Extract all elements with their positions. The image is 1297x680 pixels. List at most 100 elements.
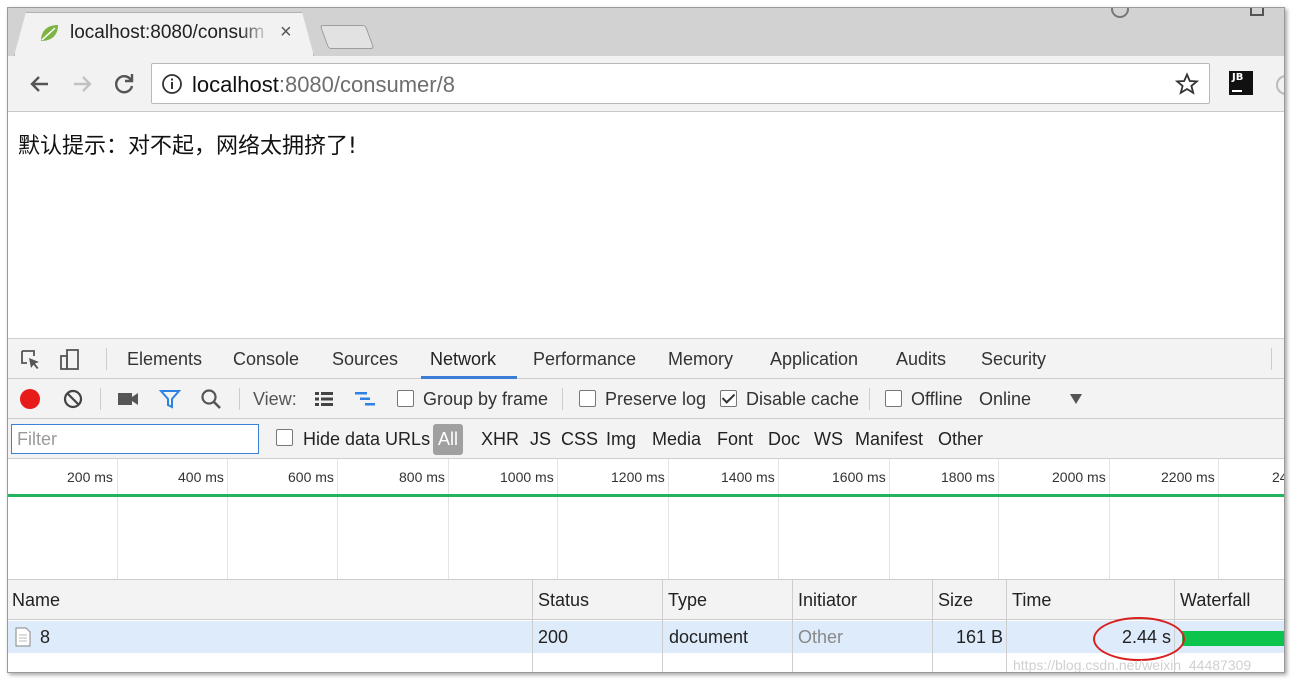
watermark: https://blog.csdn.net/weixin_44487309 <box>1013 657 1252 673</box>
search-icon[interactable] <box>199 387 223 411</box>
timeline-tick: 1800 ms <box>941 469 995 485</box>
overview-waterfall-icon[interactable] <box>353 387 377 411</box>
inspect-element-icon[interactable] <box>19 348 43 372</box>
column-initiator[interactable]: Initiator <box>798 590 857 611</box>
offline-label: Offline <box>911 389 963 409</box>
tab-performance[interactable]: Performance <box>533 349 636 370</box>
info-icon[interactable] <box>161 73 183 95</box>
requests-table-header: Name Status Type Initiator Size Time Wat… <box>8 580 1284 620</box>
address-bar[interactable]: localhost:8080/consumer/8 <box>151 63 1210 104</box>
tab-elements[interactable]: Elements <box>127 349 202 370</box>
type-filter-all[interactable]: All <box>433 424 463 455</box>
window-minimize-icon[interactable] <box>1111 8 1129 18</box>
view-label: View: <box>253 389 297 409</box>
jetbrains-extension-icon[interactable]: JB <box>1229 71 1253 95</box>
row-size: 161 B <box>956 627 1004 647</box>
row-initiator[interactable]: Other <box>798 627 843 648</box>
filter-input[interactable] <box>11 424 259 454</box>
devtools-tab-bar: Elements Console Sources Network Perform… <box>8 339 1284 379</box>
timeline-tick: 2000 ms <box>1052 469 1106 485</box>
tab-memory[interactable]: Memory <box>668 349 733 370</box>
hide-data-urls-checkbox[interactable] <box>276 429 293 446</box>
column-time[interactable]: Time <box>1012 590 1051 611</box>
timeline-tick: 1400 ms <box>721 469 775 485</box>
back-arrow-icon[interactable] <box>26 70 54 98</box>
disable-cache-label: Disable cache <box>746 389 860 409</box>
column-status[interactable]: Status <box>538 590 589 611</box>
network-toolbar: View: Group by frame Preserve log Disabl… <box>8 379 1284 419</box>
type-filter-xhr[interactable]: XHR <box>481 429 519 450</box>
column-size[interactable]: Size <box>938 590 973 611</box>
timeline-tick: 2200 ms <box>1161 469 1215 485</box>
spring-leaf-icon <box>41 25 58 41</box>
url-path: :8080/consumer/8 <box>278 72 455 97</box>
tab-console[interactable]: Console <box>233 349 299 370</box>
type-filter-js[interactable]: JS <box>530 429 551 450</box>
jetbrains-label: JB <box>1232 72 1244 83</box>
screenshot-camera-icon[interactable] <box>116 387 140 411</box>
large-rows-icon[interactable] <box>312 387 336 411</box>
browser-toolbar: localhost:8080/consumer/8 JB <box>8 56 1284 112</box>
forward-arrow-icon[interactable] <box>68 70 96 98</box>
preserve-log-label: Preserve log <box>605 389 707 409</box>
type-filter-manifest[interactable]: Manifest <box>855 429 923 450</box>
column-waterfall[interactable]: Waterfall <box>1180 590 1250 611</box>
window-maximize-icon[interactable] <box>1250 8 1264 16</box>
network-overview-timeline[interactable]: 200 ms 400 ms 600 ms 800 ms 1000 ms 1200… <box>8 459 1284 580</box>
time-annotation-circle <box>1093 617 1185 661</box>
filter-bar: Hide data URLs All XHR JS CSS Img Media … <box>8 419 1284 459</box>
tab-strip: localhost:8080/consum × <box>8 8 1284 56</box>
url-host: localhost <box>192 72 279 97</box>
screenshot-frame: localhost:8080/consum × localhost:8080/c… <box>7 7 1285 673</box>
group-by-frame-checkbox[interactable] <box>397 390 414 407</box>
tab-title: localhost:8080/consum <box>70 22 265 43</box>
filter-funnel-icon[interactable] <box>158 387 182 411</box>
chrome-menu-icon[interactable] <box>1276 75 1284 95</box>
page-content: 默认提示：对不起，网络太拥挤了! <box>8 112 1284 338</box>
timeline-tick: 1600 ms <box>832 469 886 485</box>
hide-data-urls-label: Hide data URLs <box>303 429 431 449</box>
type-filter-doc[interactable]: Doc <box>768 429 800 450</box>
tab-sources[interactable]: Sources <box>332 349 398 370</box>
timeline-tick: 600 ms <box>288 469 334 485</box>
fallback-message: 默认提示：对不起，网络太拥挤了! <box>18 134 357 159</box>
tab-application[interactable]: Application <box>770 349 858 370</box>
type-filter-other[interactable]: Other <box>938 429 983 450</box>
tab-audits[interactable]: Audits <box>896 349 946 370</box>
timeline-tick: 800 ms <box>399 469 445 485</box>
tab-close-icon[interactable]: × <box>280 21 292 44</box>
row-name: 8 <box>40 627 51 647</box>
column-name[interactable]: Name <box>12 590 60 611</box>
record-icon[interactable] <box>20 389 40 409</box>
tab-network[interactable]: Network <box>430 349 496 370</box>
waterfall-bar <box>1182 631 1284 646</box>
bookmark-star-icon[interactable] <box>1175 72 1199 96</box>
disable-cache-checkbox[interactable] <box>720 390 737 407</box>
url-text[interactable]: localhost:8080/consumer/8 <box>192 72 455 98</box>
new-tab-button[interactable] <box>319 25 375 49</box>
preserve-log-checkbox[interactable] <box>579 390 596 407</box>
timeline-tick: 1000 ms <box>500 469 554 485</box>
timeline-tick: 24 <box>1272 469 1284 485</box>
type-filter-font[interactable]: Font <box>717 429 753 450</box>
clear-icon[interactable] <box>61 387 85 411</box>
type-filter-css[interactable]: CSS <box>561 429 598 450</box>
device-toolbar-icon[interactable] <box>58 348 82 372</box>
throttling-select[interactable]: Online <box>979 389 1031 410</box>
reload-icon[interactable] <box>110 70 138 98</box>
column-type[interactable]: Type <box>668 590 707 611</box>
row-status: 200 <box>538 627 569 647</box>
row-type: document <box>669 627 749 647</box>
type-filter-img[interactable]: Img <box>606 429 636 450</box>
type-filter-ws[interactable]: WS <box>814 429 843 450</box>
tab-security[interactable]: Security <box>981 349 1046 370</box>
type-filter-media[interactable]: Media <box>652 429 701 450</box>
document-icon <box>15 627 31 647</box>
devtools-panel: Elements Console Sources Network Perform… <box>8 338 1284 673</box>
offline-checkbox[interactable] <box>885 390 902 407</box>
timeline-tick: 1200 ms <box>611 469 665 485</box>
chevron-down-icon[interactable] <box>1070 394 1082 404</box>
group-by-frame-label: Group by frame <box>423 389 549 409</box>
timeline-tick: 400 ms <box>178 469 224 485</box>
timeline-tick: 200 ms <box>67 469 113 485</box>
